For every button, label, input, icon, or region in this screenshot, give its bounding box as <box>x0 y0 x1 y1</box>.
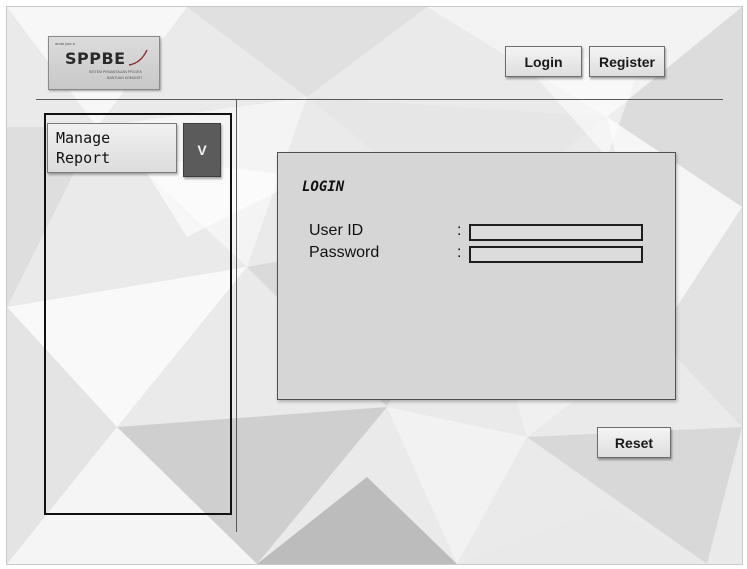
manage-report-toggle[interactable]: V <box>183 123 221 177</box>
logo-subtitle-line1: SISTEM PEMANTAUAN PROJEK <box>89 70 143 74</box>
login-panel: LOGIN User ID : Password : <box>277 152 676 400</box>
logo-tagline: anda yoa a <box>55 41 75 46</box>
sidebar-divider <box>236 100 237 532</box>
register-button[interactable]: Register <box>589 46 665 77</box>
logo-swoosh-icon <box>128 49 148 66</box>
logo-subtitle-line2: BANTUAN KOMUNITI <box>107 76 142 80</box>
user-id-input[interactable] <box>469 224 643 241</box>
manage-report-button[interactable]: Manage Report <box>47 123 177 173</box>
login-button[interactable]: Login <box>505 46 582 77</box>
password-input[interactable] <box>469 246 643 263</box>
user-id-colon: : <box>457 222 462 239</box>
header-divider <box>36 99 723 100</box>
reset-button[interactable]: Reset <box>597 427 671 458</box>
password-colon: : <box>457 244 462 261</box>
password-label: Password <box>309 244 380 261</box>
login-title: LOGIN <box>302 179 345 195</box>
logo-wordmark: SPPBE <box>65 49 126 68</box>
app-logo: anda yoa a SPPBE SISTEM PEMANTAUAN PROJE… <box>48 36 160 90</box>
user-id-label: User ID <box>309 222 364 239</box>
